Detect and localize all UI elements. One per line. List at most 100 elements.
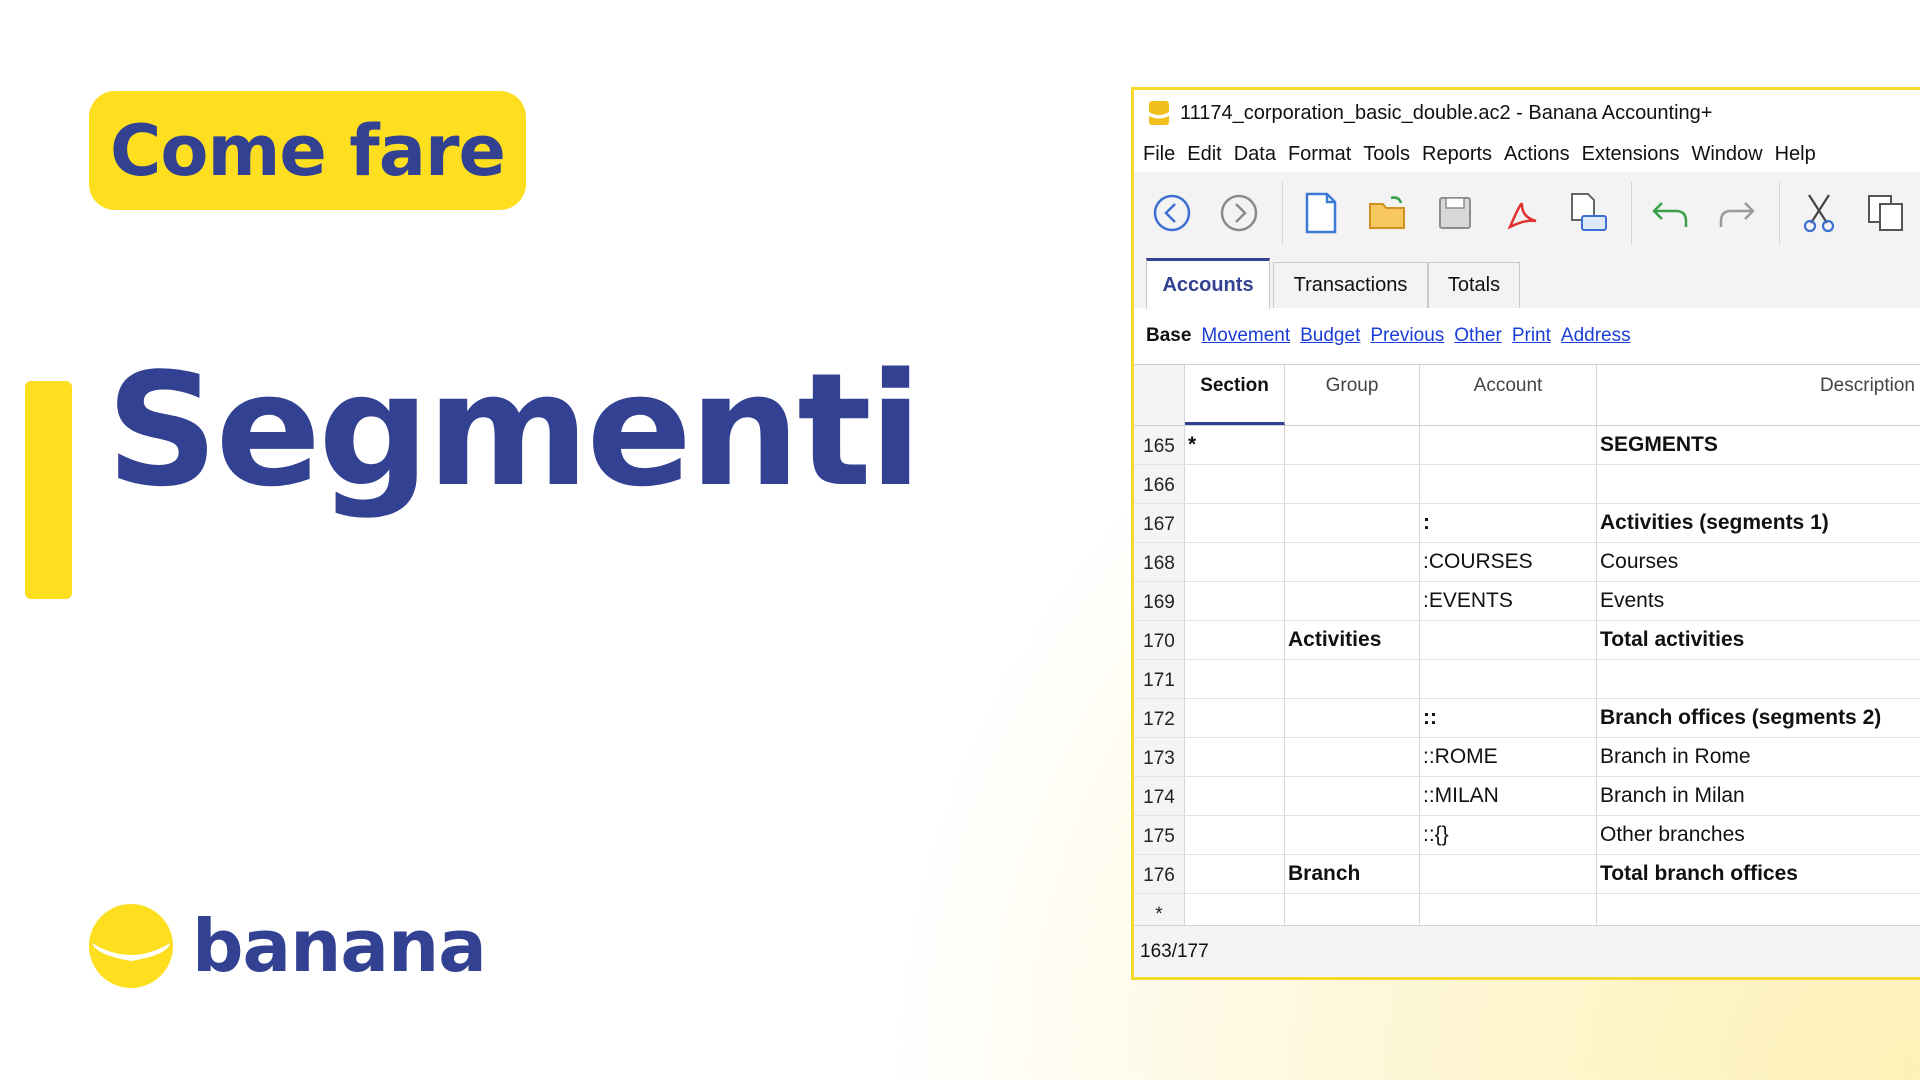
tab-transactions[interactable]: Transactions bbox=[1273, 262, 1428, 308]
open-button[interactable] bbox=[1363, 188, 1412, 238]
cell-section[interactable] bbox=[1185, 777, 1285, 815]
back-button[interactable] bbox=[1148, 188, 1197, 238]
menu-tools[interactable]: Tools bbox=[1363, 143, 1410, 166]
row-number[interactable]: 174 bbox=[1134, 777, 1185, 815]
cell-section[interactable] bbox=[1185, 855, 1285, 893]
cell-account[interactable]: ::{} bbox=[1420, 816, 1597, 854]
cell-account[interactable] bbox=[1420, 855, 1597, 893]
view-movement[interactable]: Movement bbox=[1201, 325, 1290, 347]
table-row[interactable]: 168:COURSES Courses bbox=[1134, 543, 1920, 582]
cell-group[interactable] bbox=[1285, 660, 1420, 698]
cell-account[interactable]: :COURSES bbox=[1420, 543, 1597, 581]
row-number[interactable]: 166 bbox=[1134, 465, 1185, 503]
row-number[interactable]: 172 bbox=[1134, 699, 1185, 737]
cell-account[interactable]: : bbox=[1420, 504, 1597, 542]
menu-data[interactable]: Data bbox=[1234, 143, 1276, 166]
row-number[interactable]: 171 bbox=[1134, 660, 1185, 698]
menu-reports[interactable]: Reports bbox=[1422, 143, 1492, 166]
cell-group[interactable] bbox=[1285, 426, 1420, 464]
cell-section[interactable] bbox=[1185, 699, 1285, 737]
column-header-account[interactable]: Account bbox=[1420, 365, 1597, 425]
menu-edit[interactable]: Edit bbox=[1187, 143, 1221, 166]
cell-group[interactable] bbox=[1285, 738, 1420, 776]
cell-description[interactable]: Total branch offices bbox=[1597, 855, 1920, 893]
table-row[interactable]: 175::{} Other branches bbox=[1134, 816, 1920, 855]
cell-group[interactable] bbox=[1285, 465, 1420, 503]
table-row[interactable]: 170 Activities Total activities bbox=[1134, 621, 1920, 660]
cell-section[interactable] bbox=[1185, 816, 1285, 854]
row-number[interactable]: 176 bbox=[1134, 855, 1185, 893]
cell-account[interactable] bbox=[1420, 660, 1597, 698]
row-number[interactable]: 175 bbox=[1134, 816, 1185, 854]
view-budget[interactable]: Budget bbox=[1300, 325, 1360, 347]
cell-account[interactable] bbox=[1420, 621, 1597, 659]
menu-file[interactable]: File bbox=[1143, 143, 1175, 166]
menu-actions[interactable]: Actions bbox=[1504, 143, 1570, 166]
cell-account[interactable]: :: bbox=[1420, 699, 1597, 737]
undo-button[interactable] bbox=[1646, 188, 1695, 238]
cell-section[interactable] bbox=[1185, 621, 1285, 659]
cell-description[interactable]: Total activities bbox=[1597, 621, 1920, 659]
column-header-group[interactable]: Group bbox=[1285, 365, 1420, 425]
tab-totals[interactable]: Totals bbox=[1428, 262, 1520, 308]
view-other[interactable]: Other bbox=[1454, 325, 1502, 347]
cell-description[interactable]: Branch in Milan bbox=[1597, 777, 1920, 815]
print-preview-button[interactable] bbox=[1564, 188, 1613, 238]
cell-account[interactable]: ::MILAN bbox=[1420, 777, 1597, 815]
cell-description[interactable]: SEGMENTS bbox=[1597, 426, 1920, 464]
cell-group[interactable] bbox=[1285, 699, 1420, 737]
new-file-button[interactable] bbox=[1297, 188, 1346, 238]
cell-description[interactable]: Activities (segments 1) bbox=[1597, 504, 1920, 542]
row-number[interactable]: 170 bbox=[1134, 621, 1185, 659]
forward-button[interactable] bbox=[1215, 188, 1264, 238]
row-number[interactable]: 173 bbox=[1134, 738, 1185, 776]
cell-group[interactable] bbox=[1285, 543, 1420, 581]
menu-format[interactable]: Format bbox=[1288, 143, 1351, 166]
cell-section[interactable] bbox=[1185, 660, 1285, 698]
tab-accounts[interactable]: Accounts bbox=[1146, 258, 1270, 309]
cell-section[interactable] bbox=[1185, 465, 1285, 503]
cell-description[interactable]: Branch offices (segments 2) bbox=[1597, 699, 1920, 737]
cell-group[interactable]: Branch bbox=[1285, 855, 1420, 893]
view-base[interactable]: Base bbox=[1146, 325, 1191, 347]
view-address[interactable]: Address bbox=[1561, 325, 1631, 347]
table-row[interactable]: 171 bbox=[1134, 660, 1920, 699]
cell-description[interactable]: Events bbox=[1597, 582, 1920, 620]
row-number[interactable]: 169 bbox=[1134, 582, 1185, 620]
cell-account[interactable]: :EVENTS bbox=[1420, 582, 1597, 620]
cell-description[interactable]: Branch in Rome bbox=[1597, 738, 1920, 776]
table-row[interactable]: 172:: Branch offices (segments 2) bbox=[1134, 699, 1920, 738]
cell-group[interactable] bbox=[1285, 504, 1420, 542]
table-row[interactable]: 174::MILAN Branch in Milan bbox=[1134, 777, 1920, 816]
view-print[interactable]: Print bbox=[1512, 325, 1551, 347]
row-number[interactable]: 165 bbox=[1134, 426, 1185, 464]
cell-section[interactable] bbox=[1185, 543, 1285, 581]
cell-section[interactable] bbox=[1185, 504, 1285, 542]
table-row[interactable]: 173::ROME Branch in Rome bbox=[1134, 738, 1920, 777]
cell-description[interactable]: Other branches bbox=[1597, 816, 1920, 854]
cell-description[interactable] bbox=[1597, 660, 1920, 698]
cell-section[interactable] bbox=[1185, 738, 1285, 776]
column-header-description[interactable]: Description bbox=[1597, 365, 1920, 425]
view-previous[interactable]: Previous bbox=[1370, 325, 1444, 347]
cell-account[interactable] bbox=[1420, 426, 1597, 464]
cut-button[interactable] bbox=[1794, 188, 1843, 238]
cell-group[interactable]: Activities bbox=[1285, 621, 1420, 659]
table-row[interactable]: 169 :EVENTS Events bbox=[1134, 582, 1920, 621]
cell-account[interactable] bbox=[1420, 465, 1597, 503]
row-number[interactable]: 168 bbox=[1134, 543, 1185, 581]
menu-help[interactable]: Help bbox=[1775, 143, 1816, 166]
pdf-button[interactable] bbox=[1497, 188, 1546, 238]
column-header-section[interactable]: Section bbox=[1185, 365, 1285, 425]
copy-button[interactable] bbox=[1861, 188, 1910, 238]
cell-section[interactable] bbox=[1185, 582, 1285, 620]
cell-section[interactable]: * bbox=[1185, 426, 1285, 464]
cell-group[interactable] bbox=[1285, 582, 1420, 620]
table-row[interactable]: 165 * SEGMENTS bbox=[1134, 426, 1920, 465]
cell-group[interactable] bbox=[1285, 777, 1420, 815]
table-row[interactable]: 176 Branch Total branch offices bbox=[1134, 855, 1920, 894]
table-row[interactable]: 167: Activities (segments 1) bbox=[1134, 504, 1920, 543]
cell-description[interactable] bbox=[1597, 465, 1920, 503]
save-button[interactable] bbox=[1430, 188, 1479, 238]
table-row[interactable]: 166 bbox=[1134, 465, 1920, 504]
